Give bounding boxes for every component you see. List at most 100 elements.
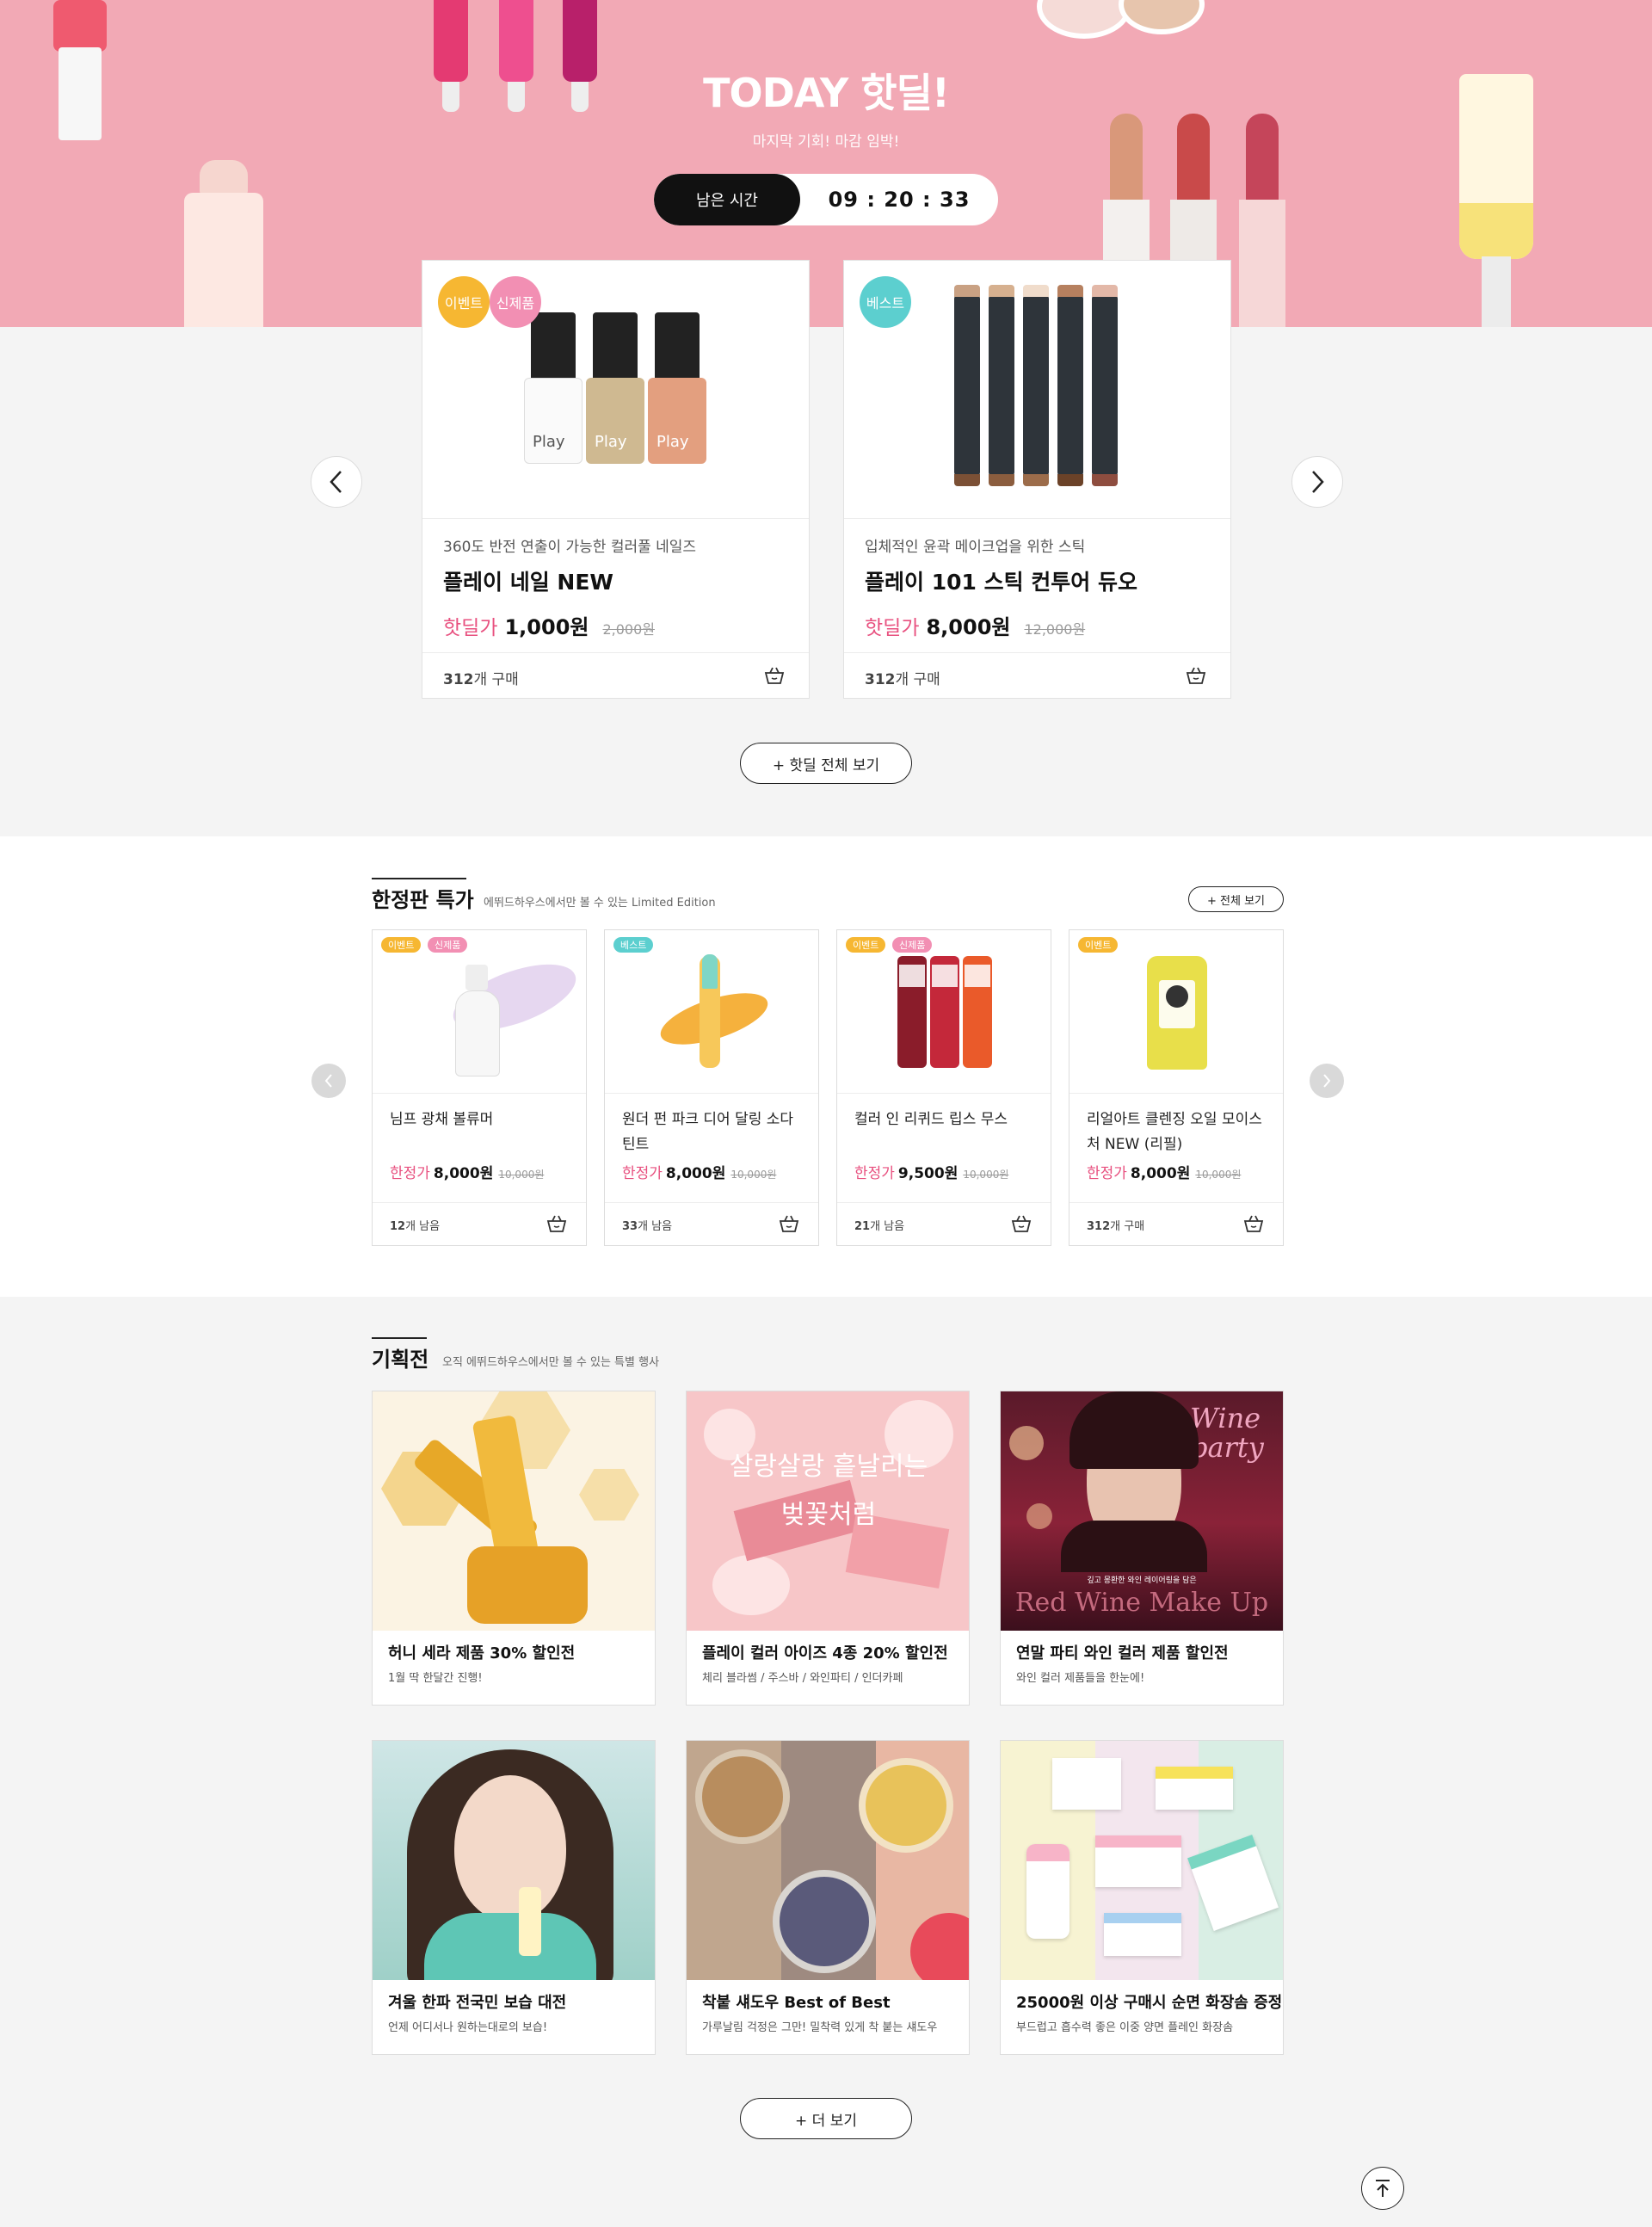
limited-product-card[interactable]: 이벤트 신제품 님프 광채 볼류머 한정가 8,000원 10,000원 12개… — [372, 929, 587, 1246]
product-price: 한정가 8,000원 10,000원 — [390, 1161, 544, 1182]
badge-new: 신제품 — [428, 937, 468, 953]
limited-section-desc: 에뛰드하우스에서만 볼 수 있는 Limited Edition — [484, 897, 716, 910]
chevron-left-icon — [324, 1074, 332, 1088]
event-card[interactable]: Wine party 깊고 몽환한 와인 레이어링을 담은 Red Wine M… — [1000, 1391, 1284, 1706]
events-section-title: 기획전 — [372, 1348, 429, 1372]
event-card[interactable]: 겨울 한파 전국민 보습 대전 언제 어디서나 원하는대로의 보습! — [372, 1740, 656, 2055]
scroll-to-top-button[interactable] — [1361, 2167, 1404, 2210]
event-card[interactable]: 허니 세라 제품 30% 할인전 1월 딱 한달간 진행! — [372, 1391, 656, 1706]
product-image-cleansing-oil — [1069, 930, 1283, 1094]
product-price: 한정가 8,000원 10,000원 — [1087, 1161, 1241, 1182]
price-value: 1,000원 — [504, 615, 589, 639]
price-label: 핫딜가 — [443, 617, 498, 639]
event-card[interactable]: 착붙 섀도우 Best of Best 가루날림 걱정은 그만! 밀착력 있게 … — [686, 1740, 970, 2055]
hotdeal-prev-button[interactable] — [311, 456, 362, 508]
original-price: 10,000원 — [963, 1169, 1009, 1181]
product-name: 플레이 101 스틱 컨투어 듀오 — [865, 570, 1138, 595]
basket-icon — [1243, 1215, 1264, 1232]
hotdeal-next-button[interactable] — [1291, 456, 1343, 508]
countdown-timer: 남은 시간 09 : 20 : 33 — [654, 174, 998, 225]
product-description: 360도 반전 연출이 가능한 컬러풀 네일즈 — [443, 539, 697, 556]
product-decoration-essence — [184, 160, 263, 327]
event-card[interactable]: 25000원 이상 구매시 순면 화장솜 증정 부드럽고 흡수력 좋은 이중 양… — [1000, 1740, 1284, 2055]
count-unit: 개 구매 — [895, 671, 940, 688]
hotdeal-product-card[interactable]: Play Play Play 이벤트 신제품 360도 반전 연출이 가능한 컬… — [422, 260, 810, 699]
count-number: 312 — [865, 671, 896, 688]
product-description: 입체적인 윤곽 메이크업을 위한 스틱 — [865, 539, 1086, 556]
limited-product-card[interactable]: 이벤트 신제품 컬러 인 리퀴드 립스 무스 한정가 9,500원 10,000… — [836, 929, 1051, 1246]
chevron-right-icon — [1323, 1074, 1331, 1088]
count-number: 33 — [622, 1220, 638, 1233]
cart-button[interactable] — [1243, 1214, 1264, 1237]
hotdeal-view-all-button[interactable]: + 핫딜 전체 보기 — [740, 743, 912, 784]
stock-count: 33개 남음 — [622, 1217, 672, 1233]
cart-button[interactable] — [764, 666, 785, 688]
product-name: 님프 광채 볼류머 — [390, 1111, 494, 1128]
price-value: 8,000원 — [1130, 1165, 1191, 1182]
cart-button[interactable] — [1186, 666, 1206, 688]
event-title: 착붙 섀도우 Best of Best — [702, 1994, 891, 2012]
count-unit: 개 남음 — [405, 1220, 441, 1233]
limited-product-card[interactable]: 이벤트 리얼아트 클렌징 오일 모이스처 NEW (리필) 한정가 8,000원… — [1069, 929, 1284, 1246]
limited-section-background — [0, 836, 1652, 1297]
original-price: 2,000원 — [602, 621, 656, 638]
limited-next-button[interactable] — [1310, 1064, 1344, 1098]
stock-count: 12개 남음 — [390, 1217, 440, 1233]
event-subtitle: 부드럽고 흡수력 좋은 이중 양면 플레인 화장솜 — [1016, 2021, 1234, 2034]
card-footer: 312개 구매 — [844, 652, 1230, 698]
count-number: 312 — [1087, 1220, 1111, 1233]
section-title-underline — [372, 878, 466, 879]
cart-button[interactable] — [779, 1214, 799, 1237]
events-section-desc: 오직 에뛰드하우스에서만 볼 수 있는 특별 행사 — [442, 1356, 660, 1369]
original-price: 10,000원 — [730, 1169, 777, 1181]
card-footer: 312개 구매 — [1069, 1202, 1283, 1245]
limited-prev-button[interactable] — [311, 1064, 346, 1098]
limited-view-all-button[interactable]: + 전체 보기 — [1188, 886, 1284, 912]
price-value: 8,000원 — [926, 615, 1011, 639]
event-image-wine-party: Wine party 깊고 몽환한 와인 레이어링을 담은 Red Wine M… — [1001, 1391, 1283, 1631]
price-label: 한정가 — [390, 1165, 430, 1182]
event-subtitle: 언제 어디서나 원하는대로의 보습! — [388, 2021, 548, 2034]
cart-button[interactable] — [546, 1214, 567, 1237]
product-name: 플레이 네일 NEW — [443, 570, 613, 595]
product-name: 원더 펀 파크 디어 달링 소다 틴트 — [622, 1111, 794, 1153]
badge-new: 신제품 — [892, 937, 933, 953]
card-footer: 33개 남음 — [605, 1202, 818, 1245]
events-more-button[interactable]: + 더 보기 — [740, 2098, 912, 2139]
purchase-count: 312개 구매 — [1087, 1217, 1144, 1233]
price-value: 8,000원 — [433, 1165, 494, 1182]
badge-best: 베스트 — [613, 937, 654, 953]
event-image-honey — [373, 1391, 655, 1631]
basket-icon — [1186, 667, 1206, 684]
price-label: 한정가 — [854, 1165, 895, 1182]
hotdeal-hero-banner: TODAY 핫딜! 마지막 기회! 마감 임박! 남은 시간 09 : 20 :… — [0, 0, 1652, 327]
count-number: 21 — [854, 1220, 871, 1233]
event-image-eyeshadow — [687, 1741, 969, 1980]
event-image-cherry-blossom: 살랑살랑 흩날리는 벚꽃처럼 — [687, 1391, 969, 1631]
event-card[interactable]: 살랑살랑 흩날리는 벚꽃처럼 플레이 컬러 아이즈 4종 20% 할인전 체리 … — [686, 1391, 970, 1706]
event-title: 플레이 컬러 아이즈 4종 20% 할인전 — [702, 1644, 948, 1663]
limited-section-title: 한정판 특가 — [372, 888, 474, 912]
card-footer: 312개 구매 — [422, 652, 809, 698]
cart-button[interactable] — [1011, 1214, 1032, 1237]
event-image-caption: Red Wine Make Up — [1014, 1588, 1269, 1618]
product-image-liquid-lips — [837, 930, 1051, 1094]
purchase-count: 312개 구매 — [865, 667, 940, 688]
count-unit: 개 남음 — [870, 1220, 905, 1233]
product-image-volumer — [373, 930, 586, 1094]
product-decoration-compact — [1037, 0, 1205, 43]
badge-best: 베스트 — [860, 276, 911, 328]
purchase-count: 312개 구매 — [443, 667, 519, 688]
stock-count: 21개 남음 — [854, 1217, 904, 1233]
event-image-caption: 살랑살랑 흩날리는 벚꽃처럼 — [729, 1452, 928, 1530]
price-value: 9,500원 — [897, 1165, 959, 1182]
nail-label: Play — [533, 433, 565, 451]
limited-product-card[interactable]: 베스트 원더 펀 파크 디어 달링 소다 틴트 한정가 8,000원 10,00… — [604, 929, 819, 1246]
badge-event: 이벤트 — [438, 276, 490, 328]
price-label: 한정가 — [1087, 1165, 1127, 1182]
count-number: 12 — [390, 1220, 406, 1233]
section-title-underline — [372, 1337, 427, 1339]
product-price: 핫딜가 1,000원 2,000원 — [443, 610, 655, 640]
hotdeal-product-card[interactable]: 베스트 입체적인 윤곽 메이크업을 위한 스틱 플레이 101 스틱 컨투어 듀… — [843, 260, 1231, 699]
event-image-small-text: 깊고 몽환한 와인 레이어링을 담은 — [1087, 1576, 1197, 1585]
